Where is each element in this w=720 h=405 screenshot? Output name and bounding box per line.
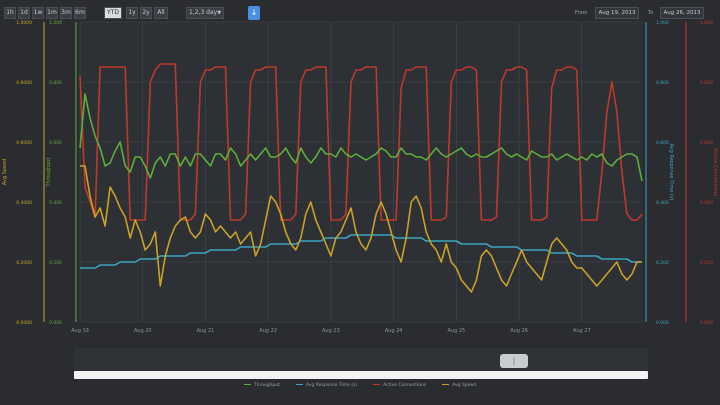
x-tick-label: Aug 24 (385, 328, 403, 334)
legend-label: Throughput (253, 383, 280, 388)
legend-label: Active Connections (383, 383, 427, 388)
y-tick-label: 0.400 (656, 200, 669, 206)
y-tick-label: 0.0000 (16, 320, 32, 326)
chart: Aug 19 Aug 20 Aug 21 Aug 22 Aug 23 Aug 24 Aug … (2, 20, 718, 379)
y-tick-label: 0.600 (700, 140, 713, 146)
legend-item[interactable]: Avg Response Time (s) (295, 383, 358, 388)
x-tick-label: Aug 27 (573, 328, 591, 334)
x-tick-label: Aug 23 (322, 328, 340, 334)
legend-swatch (243, 383, 251, 386)
y-axis-title: Throughput (46, 157, 52, 187)
y-tick-label: 0.4000 (16, 200, 32, 206)
legend-item[interactable]: Active Connections (373, 383, 426, 388)
y-tick-label: 0.000 (700, 320, 713, 326)
x-tick-label: Aug 26 (510, 328, 528, 334)
x-tick-label: Aug 22 (259, 328, 277, 334)
y-axis-title: Avg Response Time (s) (668, 144, 674, 201)
y-tick-label: 0.800 (700, 80, 713, 86)
y-tick-label: 0.8000 (16, 80, 32, 86)
y-tick-label: 0.200 (49, 260, 62, 266)
y-tick-label: 0.600 (49, 140, 62, 146)
chart-legend: Throughput Avg Response Time (s) Active Co… (0, 383, 720, 395)
y-tick-label: 0.400 (49, 200, 62, 206)
y-tick-label: 0.200 (700, 260, 713, 266)
y-tick-label: 1.000 (656, 20, 669, 26)
navigator-area (74, 348, 648, 370)
plot-area (80, 22, 642, 322)
y-tick-label: 0.600 (656, 140, 669, 146)
legend-label: Avg Response Time (s) (305, 383, 358, 388)
legend-item[interactable]: Avg Speed (442, 383, 476, 388)
y-tick-label: 0.000 (49, 320, 62, 326)
navigator-scrollbar[interactable] (74, 371, 648, 379)
y-tick-label: 1.000 (700, 20, 713, 26)
legend-swatch (373, 383, 381, 386)
y-tick-label: 0.6000 (16, 140, 32, 146)
y-tick-label: 0.800 (49, 80, 62, 86)
y-tick-label: 0.000 (656, 320, 669, 326)
x-tick-label: Aug 21 (197, 328, 215, 334)
y-tick-label: 0.2000 (16, 260, 32, 266)
y-axis-title: Avg Speed (2, 159, 8, 186)
x-tick-label: Aug 20 (134, 328, 152, 334)
y-axis-title: Active Connections (712, 148, 718, 196)
legend-item[interactable]: Throughput (243, 383, 280, 388)
y-tick-label: 0.800 (656, 80, 669, 86)
legend-swatch (442, 383, 450, 386)
x-tick-label: Aug 25 (447, 328, 465, 334)
y-tick-label: 0.200 (656, 260, 669, 266)
y-tick-label: 0.400 (700, 200, 713, 206)
legend-swatch (295, 383, 303, 386)
y-tick-label: 1.000 (49, 20, 62, 26)
legend-label: Avg Speed (452, 383, 477, 388)
y-tick-label: 1.0000 (16, 20, 32, 26)
x-tick-label: Aug 19 (71, 328, 89, 334)
